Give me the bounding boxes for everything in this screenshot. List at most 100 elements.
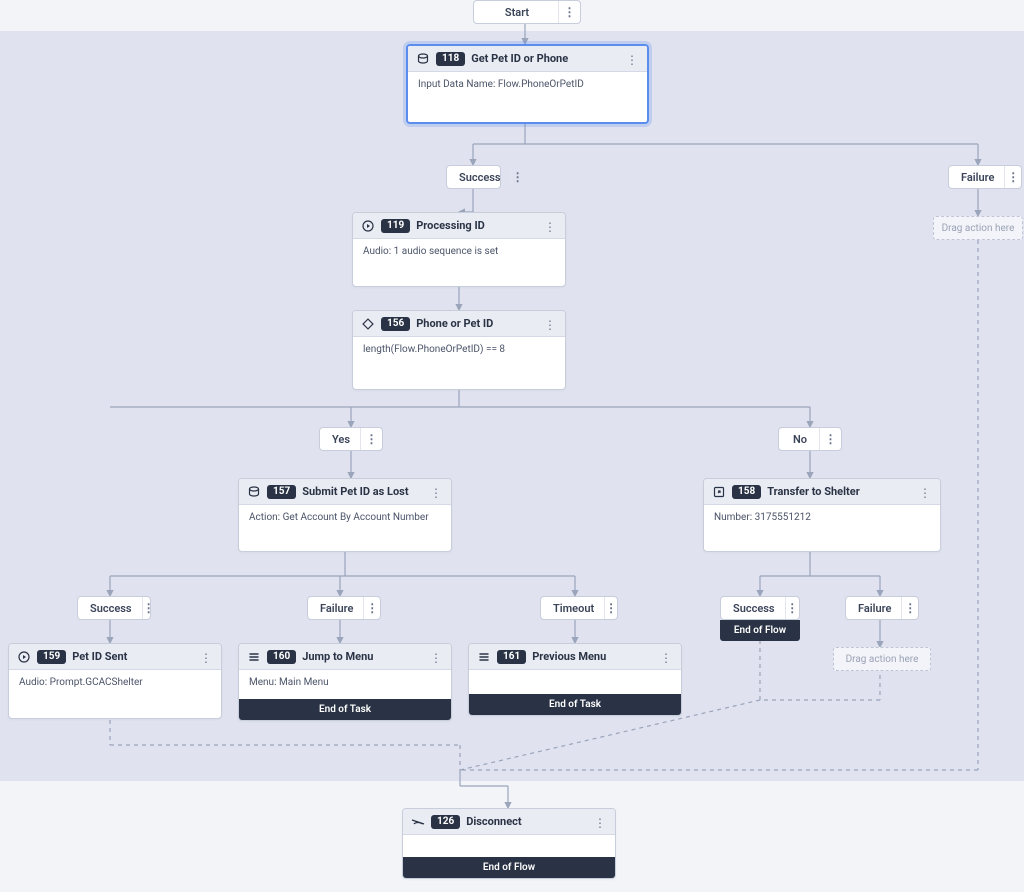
- branch-menu[interactable]: [604, 597, 617, 619]
- branch-label: Yes: [320, 433, 360, 446]
- branch-menu[interactable]: [1004, 166, 1021, 188]
- node-161-previous-menu[interactable]: 161 Previous Menu End of Task: [468, 643, 682, 716]
- branch-menu[interactable]: [901, 597, 918, 619]
- decision-icon: [361, 317, 375, 331]
- end-of-task-footer: End of Task: [469, 694, 681, 715]
- branch-menu[interactable]: [819, 428, 841, 450]
- more-icon: [512, 171, 524, 184]
- transfer-icon: [712, 485, 726, 499]
- branch-label: Timeout: [541, 602, 604, 615]
- node-menu[interactable]: [427, 648, 445, 666]
- more-icon: [366, 602, 378, 615]
- branch-success-158[interactable]: Success: [720, 596, 800, 620]
- branch-failure-158[interactable]: Failure: [845, 596, 919, 620]
- menu-icon: [247, 650, 261, 664]
- more-icon: [626, 49, 638, 68]
- dropzone-failure-158[interactable]: Drag action here: [833, 647, 931, 671]
- branch-menu[interactable]: [511, 166, 524, 188]
- node-body: Audio: 1 audio sequence is set: [353, 239, 565, 286]
- branch-menu[interactable]: [785, 597, 799, 619]
- more-icon: [143, 602, 155, 615]
- node-title: Submit Pet ID as Lost: [302, 485, 421, 498]
- node-id-badge: 159: [37, 650, 66, 664]
- disconnect-icon: [411, 815, 425, 829]
- node-body: Input Data Name: Flow.PhoneOrPetID: [408, 72, 647, 122]
- more-icon: [825, 433, 837, 446]
- node-id-badge: 158: [732, 485, 761, 499]
- branch-success-118[interactable]: Success: [446, 165, 501, 189]
- branch-label: Success: [447, 171, 511, 184]
- node-title: Phone or Pet ID: [416, 317, 535, 330]
- end-of-flow-158: End of Flow: [720, 620, 800, 641]
- node-title: Disconnect: [466, 815, 585, 828]
- branch-failure-118[interactable]: Failure: [948, 165, 1022, 189]
- end-of-task-footer: End of Task: [239, 699, 451, 720]
- branch-failure-157[interactable]: Failure: [307, 596, 381, 620]
- end-of-flow-label: End of Flow: [734, 625, 786, 636]
- data-icon: [416, 52, 430, 66]
- more-icon: [200, 647, 212, 666]
- start-menu[interactable]: [558, 1, 580, 23]
- more-icon: [605, 602, 617, 615]
- dropzone-label: Drag action here: [942, 223, 1015, 234]
- node-body: [469, 670, 681, 694]
- node-menu[interactable]: [541, 217, 559, 235]
- node-id-badge: 157: [267, 485, 296, 499]
- more-icon: [544, 314, 556, 333]
- start-label: Start: [474, 6, 558, 19]
- more-icon: [594, 812, 606, 831]
- node-menu[interactable]: [623, 50, 641, 68]
- node-menu[interactable]: [916, 483, 934, 501]
- more-icon: [366, 433, 378, 446]
- end-of-flow-footer: End of Flow: [403, 857, 615, 878]
- node-body: Number: 3175551212: [704, 505, 940, 551]
- branch-timeout-157[interactable]: Timeout: [540, 596, 618, 620]
- branch-menu[interactable]: [360, 428, 382, 450]
- more-icon: [544, 216, 556, 235]
- dropzone-failure-118[interactable]: Drag action here: [933, 216, 1023, 240]
- node-160-jump-to-menu[interactable]: 160 Jump to Menu Menu: Main Menu End of …: [238, 643, 452, 721]
- branch-label: Success: [78, 602, 142, 615]
- menu-icon: [477, 650, 491, 664]
- node-menu[interactable]: [541, 315, 559, 333]
- node-title: Get Pet ID or Phone: [471, 52, 617, 65]
- node-menu[interactable]: [657, 648, 675, 666]
- play-icon: [17, 650, 31, 664]
- branch-menu[interactable]: [363, 597, 380, 619]
- node-body: Audio: Prompt.GCACShelter: [9, 670, 221, 718]
- node-157-submit-pet-id-as-lost[interactable]: 157 Submit Pet ID as Lost Action: Get Ac…: [238, 478, 452, 552]
- branch-label: Failure: [949, 171, 1004, 184]
- branch-label: Failure: [308, 602, 363, 615]
- node-118-get-pet-id-or-phone[interactable]: 118 Get Pet ID or Phone Input Data Name:…: [406, 44, 649, 124]
- more-icon: [904, 602, 916, 615]
- branch-menu[interactable]: [142, 597, 155, 619]
- more-icon: [430, 647, 442, 666]
- node-body: Action: Get Account By Account Number: [239, 505, 451, 551]
- node-159-pet-id-sent[interactable]: 159 Pet ID Sent Audio: Prompt.GCACShelte…: [8, 643, 222, 719]
- node-126-disconnect[interactable]: 126 Disconnect End of Flow: [402, 808, 616, 879]
- node-156-phone-or-pet-id[interactable]: 156 Phone or Pet ID length(Flow.PhoneOrP…: [352, 310, 566, 390]
- node-body: length(Flow.PhoneOrPetID) == 8: [353, 337, 565, 389]
- node-id-badge: 160: [267, 650, 296, 664]
- branch-no[interactable]: No: [778, 427, 842, 451]
- node-body: [403, 835, 615, 857]
- node-title: Transfer to Shelter: [767, 485, 910, 498]
- node-id-badge: 118: [436, 52, 465, 66]
- data-icon: [247, 485, 261, 499]
- node-menu[interactable]: [427, 483, 445, 501]
- start-node[interactable]: Start: [473, 0, 581, 24]
- more-icon: [564, 6, 576, 19]
- node-body: Menu: Main Menu: [239, 670, 451, 699]
- node-title: Processing ID: [416, 219, 535, 232]
- more-icon: [430, 482, 442, 501]
- branch-success-157[interactable]: Success: [77, 596, 151, 620]
- more-icon: [1007, 171, 1019, 184]
- node-158-transfer-to-shelter[interactable]: 158 Transfer to Shelter Number: 31755512…: [703, 478, 941, 552]
- node-menu[interactable]: [591, 813, 609, 831]
- branch-label: Failure: [846, 602, 901, 615]
- node-title: Pet ID Sent: [72, 650, 191, 663]
- node-menu[interactable]: [197, 648, 215, 666]
- node-119-processing-id[interactable]: 119 Processing ID Audio: 1 audio sequenc…: [352, 212, 566, 287]
- more-icon: [919, 482, 931, 501]
- branch-yes[interactable]: Yes: [319, 427, 383, 451]
